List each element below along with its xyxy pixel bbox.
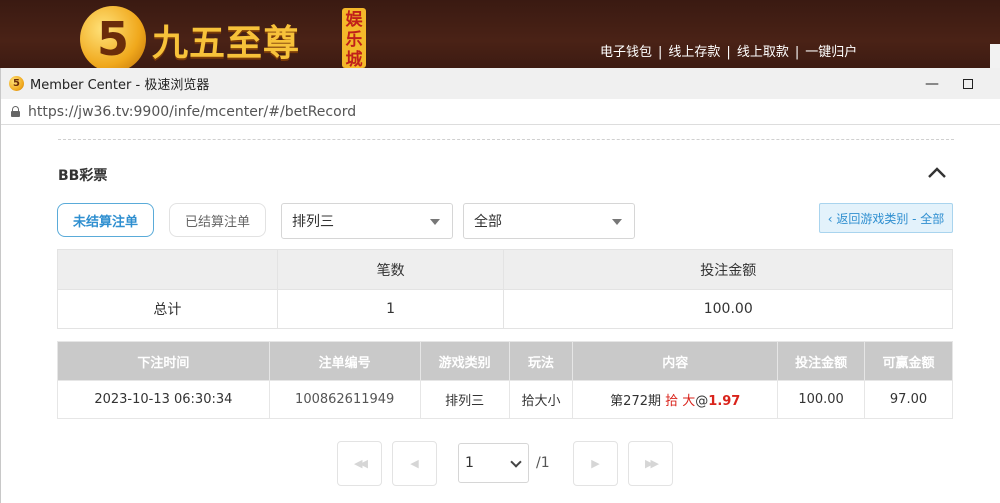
maximize-button[interactable]: [945, 68, 991, 99]
lock-icon: [11, 106, 20, 117]
maximize-icon: [963, 78, 973, 89]
cell-game: 排列三: [419, 380, 510, 419]
back-to-category-button[interactable]: ‹ 返回游戏类别 - 全部: [819, 203, 953, 233]
cell-win-amount: 97.00: [864, 380, 953, 419]
table-row[interactable]: 2023-10-13 06:30:34 100862611949 排列三 拾大小…: [57, 380, 953, 419]
summary-header-count: 笔数: [276, 249, 505, 290]
double-left-icon: ◀◀: [354, 457, 368, 470]
logo-tag-char: 城: [345, 50, 363, 68]
summary-count: 1: [276, 289, 505, 329]
page-select-value: 1: [465, 455, 474, 471]
chevron-up-icon[interactable]: [927, 165, 947, 179]
game-select[interactable]: 排列三: [281, 203, 453, 239]
summary-amount: 100.00: [503, 289, 953, 329]
content-odds: 1.97: [708, 394, 741, 409]
first-page-button[interactable]: ◀◀: [337, 441, 382, 486]
window-titlebar[interactable]: 5 Member Center - 极速浏览器 —: [1, 68, 1000, 99]
divider: [58, 139, 954, 140]
nav-withdraw[interactable]: 线上取款: [737, 45, 789, 60]
summary-table: 笔数 投注金额 总计 1 100.00: [57, 249, 953, 329]
tab-unsettled[interactable]: 未结算注单: [57, 203, 154, 237]
cell-content: 第272期 拾 大@1.97: [572, 380, 779, 419]
next-page-button[interactable]: ▶: [573, 441, 618, 486]
nav-consolidate[interactable]: 一键归户: [805, 45, 857, 60]
tab-settled[interactable]: 已结算注单: [169, 203, 266, 237]
site-logo-text: 九五至尊: [152, 22, 301, 64]
site-logo-icon: 5: [80, 6, 146, 68]
nav-wallet[interactable]: 电子钱包: [600, 45, 652, 60]
page-total: /1: [536, 455, 550, 471]
content-period: 第272期: [610, 394, 661, 409]
summary-header-amount: 投注金额: [503, 249, 953, 290]
type-select-value: 全部: [474, 214, 502, 230]
section-title: BB彩票: [58, 168, 108, 184]
page-select[interactable]: 1: [458, 443, 529, 483]
site-nav: 电子钱包 | 线上存款 | 线上取款 | 一键归户: [600, 45, 858, 60]
type-select[interactable]: 全部: [463, 203, 635, 239]
col-bet-time: 下注时间: [57, 341, 270, 381]
left-icon: ◀: [410, 457, 419, 470]
browser-app-icon: 5: [9, 76, 24, 91]
nav-deposit[interactable]: 线上存款: [668, 45, 720, 60]
caret-down-icon: [612, 219, 622, 225]
cell-time: 2023-10-13 06:30:34: [57, 380, 270, 419]
cell-play: 拾大小: [508, 380, 574, 419]
summary-header-empty: [57, 249, 278, 290]
summary-label: 总计: [57, 289, 278, 329]
col-order-no: 注单编号: [268, 341, 421, 381]
right-icon: ▶: [591, 457, 600, 470]
col-game: 游戏类别: [419, 341, 510, 381]
col-bet-amount: 投注金额: [777, 341, 866, 381]
col-play: 玩法: [508, 341, 574, 381]
col-win-amount: 可赢金额: [864, 341, 953, 381]
content-pick: 拾 大: [665, 394, 696, 409]
app-icon-glyph: 5: [13, 78, 20, 89]
site-edge: [990, 44, 1000, 68]
content-at: @: [695, 394, 709, 409]
site-logo-tag: 娱 乐 城: [342, 8, 366, 68]
last-page-button[interactable]: ▶▶: [628, 441, 673, 486]
bet-records-table: 下注时间 注单编号 游戏类别 玩法 内容 投注金额 可赢金额 2023-10-1…: [57, 341, 953, 419]
logo-tag-char: 娱: [345, 10, 363, 30]
logo-glyph: 5: [96, 12, 129, 66]
chevron-down-icon: [510, 456, 522, 468]
url-text[interactable]: https://jw36.tv:9900/infe/mcenter/#/betR…: [28, 104, 356, 120]
game-select-value: 排列三: [292, 214, 334, 230]
site-header: 5 九五至尊 娱 乐 城 电子钱包 | 线上存款 | 线上取款 | 一键归户: [0, 0, 1000, 68]
cell-order-no: 100862611949: [268, 380, 421, 419]
address-bar[interactable]: https://jw36.tv:9900/infe/mcenter/#/betR…: [1, 99, 1000, 125]
window-title: Member Center - 极速浏览器: [30, 78, 210, 93]
cell-bet-amount: 100.00: [777, 380, 866, 419]
summary-row: 总计 1 100.00: [57, 289, 953, 329]
double-right-icon: ▶▶: [645, 457, 659, 470]
caret-down-icon: [430, 219, 440, 225]
prev-page-button[interactable]: ◀: [392, 441, 437, 486]
col-content: 内容: [572, 341, 779, 381]
logo-tag-char: 乐: [345, 30, 363, 50]
